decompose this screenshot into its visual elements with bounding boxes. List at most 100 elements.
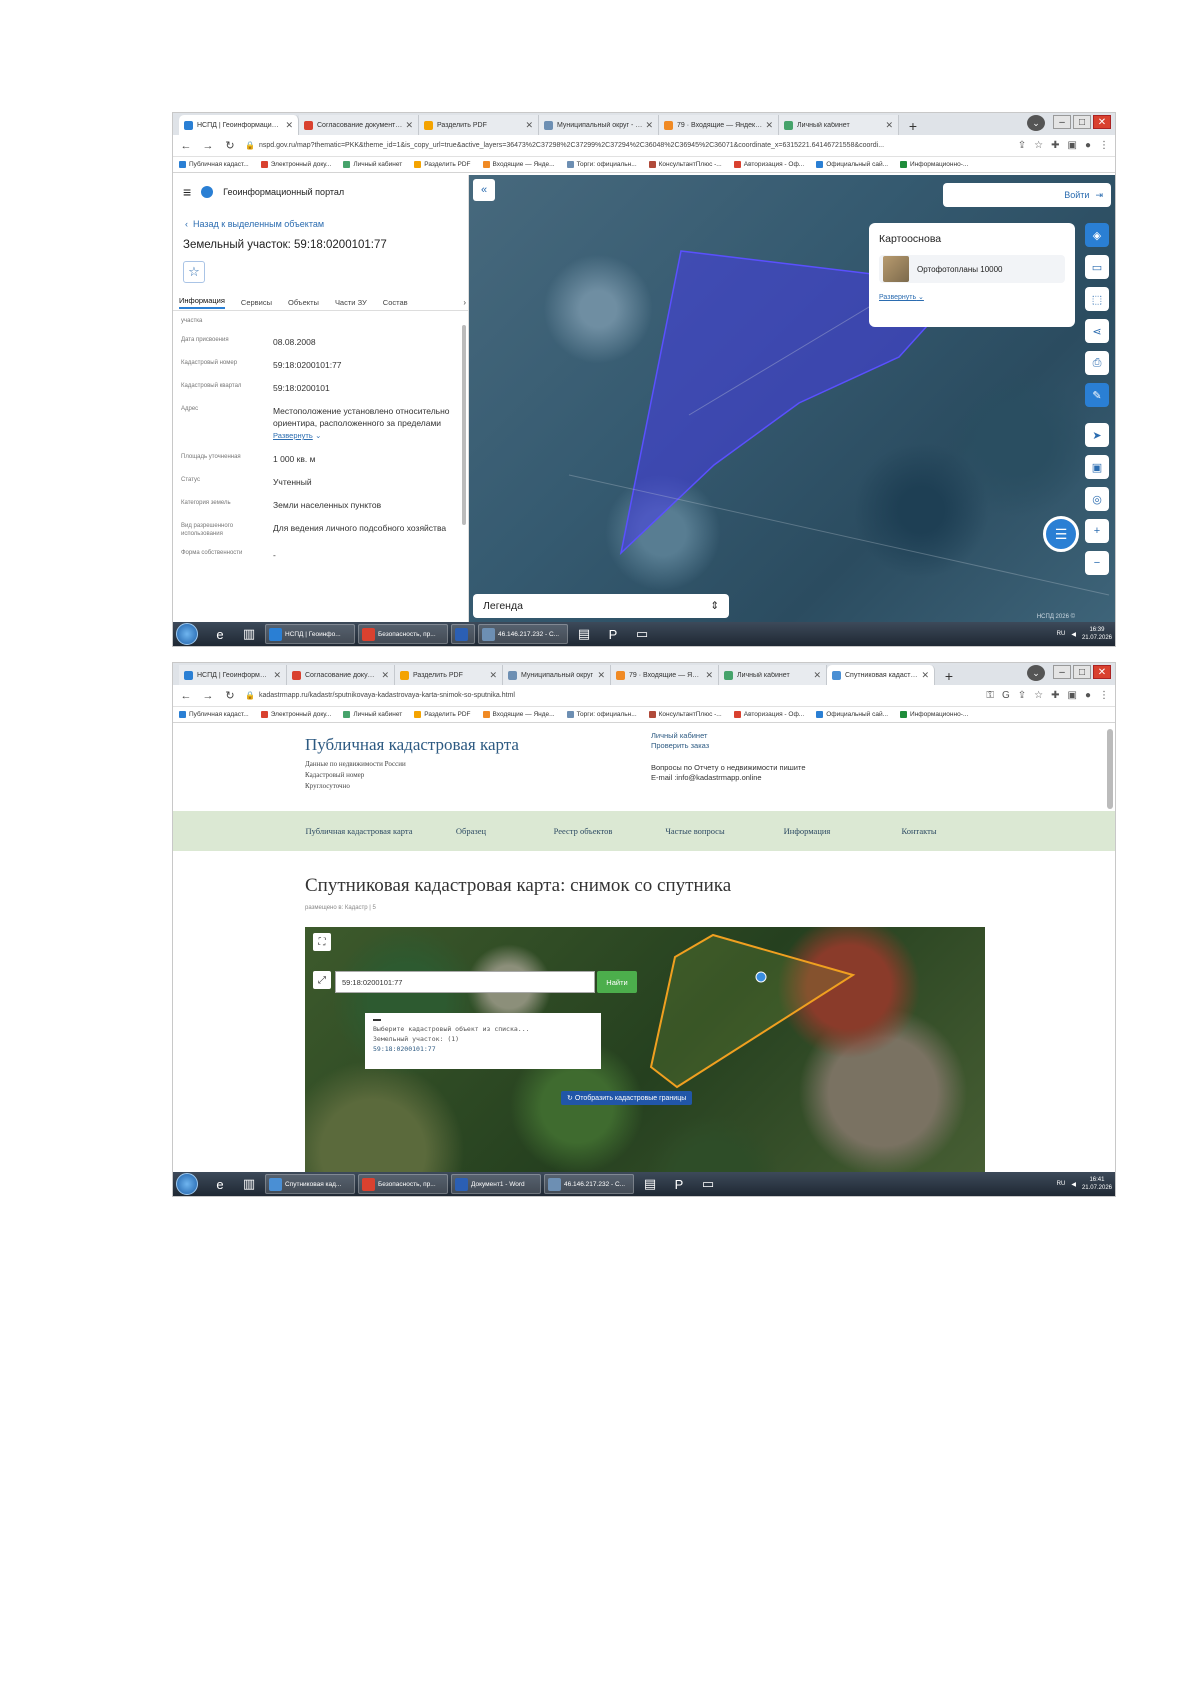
new-tab-button[interactable]: + (903, 117, 923, 135)
bookmark-item[interactable]: Публичная кадаст... (179, 711, 249, 718)
fullscreen-icon[interactable]: ⛶ (313, 933, 331, 951)
powerpoint-icon[interactable]: P (666, 1174, 692, 1194)
check-order-link[interactable]: Проверить заказ (651, 741, 806, 751)
back-arrow-icon[interactable]: ← (179, 140, 193, 152)
browser-tab[interactable]: НСПД | Геоинформацио ✕ (179, 665, 287, 685)
nav-sample[interactable]: Образец (415, 826, 527, 837)
taskbar-app[interactable]: Безопасность, пр... (358, 624, 448, 644)
bookmark-item[interactable]: Информационно-... (900, 161, 968, 168)
key-icon[interactable]: ⚿ (986, 690, 994, 701)
ie-icon[interactable]: e (207, 624, 233, 644)
minimap-icon[interactable]: ▣ (1085, 455, 1109, 479)
zoom-in-icon[interactable]: + (1085, 519, 1109, 543)
tab-composition[interactable]: Состав (383, 298, 408, 307)
new-tab-button[interactable]: + (939, 667, 959, 685)
ruler-icon[interactable]: ▭ (1085, 255, 1109, 279)
powerpoint-icon[interactable]: P (600, 624, 626, 644)
minimize-button[interactable]: – (1053, 665, 1071, 679)
satellite-map[interactable]: ⛶ ⤢ 59:18:0200101:77 Найти Выберите када… (305, 927, 985, 1172)
legend-dropdown[interactable]: Легенда ⇕ (473, 594, 729, 618)
browser-tab[interactable]: Согласование докумен ✕ (287, 665, 395, 685)
folder-icon[interactable]: ▭ (695, 1174, 721, 1194)
browser-tab[interactable]: 79 · Входящие — Яндек ✕ (611, 665, 719, 685)
bookmark-item[interactable]: Разделить PDF (414, 161, 471, 168)
cadastral-search-input[interactable]: 59:18:0200101:77 (335, 971, 595, 993)
nav-registry[interactable]: Реестр объектов (527, 826, 639, 837)
locate-icon[interactable]: ➤ (1085, 423, 1109, 447)
window-close-button[interactable]: ✕ (1093, 115, 1111, 129)
bookmark-item[interactable]: Официальный сай... (816, 711, 888, 718)
url-bar[interactable]: 🔒 kadastrmapp.ru/kadastr/sputnikovaya-kad… (245, 688, 978, 704)
language-indicator[interactable]: RU (1057, 1181, 1066, 1187)
browser-tab[interactable]: НСПД | Геоинформационный✕ (179, 115, 299, 135)
info-balloon-icon[interactable]: ✎ (1085, 383, 1109, 407)
menu-icon[interactable]: ⋮ (1099, 690, 1109, 701)
chevron-right-icon[interactable]: › (463, 298, 466, 307)
pdf-icon[interactable]: ▤ (571, 624, 597, 644)
start-button[interactable] (176, 1173, 198, 1195)
bookmark-item[interactable]: Электронный доку... (260, 161, 331, 168)
zoom-out-icon[interactable]: − (1085, 551, 1109, 575)
chat-icon[interactable]: ☰ (1043, 516, 1079, 552)
bookmark-item[interactable]: КонсультантПлюс -... (648, 711, 722, 718)
share-icon[interactable]: ⇪ (1018, 140, 1026, 151)
google-icon[interactable]: G (1002, 690, 1010, 701)
save-icon[interactable]: ▥ (236, 624, 262, 644)
favorite-star-icon[interactable]: ☆ (183, 261, 205, 283)
close-icon[interactable]: ✕ (525, 120, 533, 131)
volume-icon[interactable]: ◀ (1071, 631, 1076, 638)
bookmark-star-icon[interactable]: ☆ (1034, 140, 1043, 151)
pin-icon[interactable]: ◎ (1085, 487, 1109, 511)
browser-tab[interactable]: Личный кабинет ✕ (719, 665, 827, 685)
close-icon[interactable]: ✕ (921, 670, 929, 681)
browser-tab[interactable]: Разделить PDF ✕ (419, 115, 539, 135)
bookmark-item[interactable]: Авторизация - Оф... (733, 161, 804, 168)
nspd-map[interactable]: « Войти ⇥ Картооснова Ортофотопланы 10000… (469, 175, 1115, 622)
login-button[interactable]: Войти ⇥ (943, 183, 1111, 207)
bookmark-star-icon[interactable]: ☆ (1034, 690, 1043, 701)
nav-info[interactable]: Информация (751, 826, 863, 837)
nav-public-map[interactable]: Публичная кадастровая карта (303, 826, 415, 837)
bookmark-item[interactable]: Разделить PDF (414, 711, 471, 718)
ie-icon[interactable]: e (207, 1174, 233, 1194)
tab-information[interactable]: Информация (179, 296, 225, 309)
maximize-button[interactable]: □ (1073, 665, 1091, 679)
nav-contacts[interactable]: Контакты (863, 826, 975, 837)
maximize-button[interactable]: □ (1073, 115, 1091, 129)
clock[interactable]: 16:41 21.07.2026 (1082, 1176, 1112, 1192)
bookmark-item[interactable]: Публичная кадаст... (179, 161, 249, 168)
minimize-button[interactable]: – (1053, 115, 1071, 129)
start-button[interactable] (176, 623, 198, 645)
language-indicator[interactable]: RU (1057, 631, 1066, 637)
extension-icon[interactable]: ✚ (1051, 690, 1059, 701)
bookmark-item[interactable]: Личный кабинет (343, 711, 402, 718)
taskbar-app[interactable]: Безопасность, пр... (358, 1174, 448, 1194)
bookmark-item[interactable]: Торги: официальн... (566, 711, 637, 718)
tab-objects[interactable]: Объекты (288, 298, 319, 307)
browser-tab[interactable]: Разделить PDF ✕ (395, 665, 503, 685)
profile-icon[interactable]: ● (1085, 140, 1091, 151)
close-icon[interactable]: ✕ (273, 670, 281, 681)
bookmark-item[interactable]: Входящие — Янде... (482, 161, 555, 168)
dropdown-result[interactable]: 59:18:0200101:77 (373, 1044, 593, 1054)
back-link[interactable]: ‹ Назад к выделенным объектам (173, 209, 468, 229)
url-bar[interactable]: 🔒 nspd.gov.ru/map?thematic=PKK&theme_id=1… (245, 138, 1010, 154)
menu-icon[interactable]: ⋮ (1099, 140, 1109, 151)
close-icon[interactable]: ✕ (885, 120, 893, 131)
tab-services[interactable]: Сервисы (241, 298, 272, 307)
share-icon[interactable]: ⇪ (1018, 690, 1026, 701)
close-icon[interactable]: ✕ (489, 670, 497, 681)
extension-icon[interactable]: ✚ (1051, 140, 1059, 151)
select-area-icon[interactable]: ⬚ (1085, 287, 1109, 311)
bookmark-item[interactable]: Торги: официальн... (566, 161, 637, 168)
taskbar-app[interactable]: Документ1 - Word (451, 1174, 541, 1194)
reload-icon[interactable]: ↻ (223, 689, 237, 702)
clock[interactable]: 16:39 21.07.2026 (1082, 626, 1112, 642)
nav-faq[interactable]: Частые вопросы (639, 826, 751, 837)
browser-tab[interactable]: Спутниковая кадастрол ✕ (827, 665, 935, 685)
tab-search-button[interactable]: ⌄ (1027, 665, 1045, 681)
expand-icon[interactable]: ⤢ (313, 971, 331, 989)
browser-tab[interactable]: Личный кабинет ✕ (779, 115, 899, 135)
show-borders-button[interactable]: ↻ Отобразить кадастровые границы (561, 1091, 693, 1105)
basemap-option[interactable]: Ортофотопланы 10000 (879, 255, 1065, 283)
